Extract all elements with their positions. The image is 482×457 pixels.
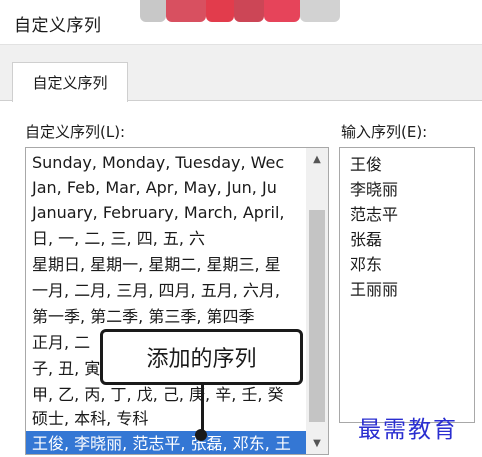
custom-lists-label: 自定义序列(L): (25, 123, 126, 141)
scroll-thumb[interactable] (309, 210, 325, 422)
annotation-leader-line (201, 384, 204, 432)
list-item[interactable]: 硕士, 本科, 专科 (32, 406, 148, 431)
input-entries-label: 输入序列(E): (341, 123, 428, 141)
list-item[interactable]: 正月, 二 (32, 330, 90, 355)
dialog-titlebar: 自定义序列 (0, 0, 482, 44)
list-item[interactable]: Jan, Feb, Mar, Apr, May, Jun, Ju (32, 175, 277, 200)
entry-line: 王丽丽 (350, 280, 399, 299)
entry-line: 邓东 (350, 255, 383, 274)
list-item[interactable]: 甲, 乙, 丙, 丁, 戊, 己, 庚, 辛, 壬, 癸 (32, 382, 284, 407)
entry-line: 王俊 (350, 155, 383, 174)
list-item[interactable]: 一月, 二月, 三月, 四月, 五月, 六月, (32, 278, 280, 303)
custom-lists-listbox[interactable]: Sunday, Monday, Tuesday, Wec Jan, Feb, M… (25, 147, 329, 455)
chevron-down-icon[interactable]: ▼ (306, 432, 328, 454)
entry-line: 范志平 (350, 205, 399, 224)
list-item[interactable]: 日, 一, 二, 三, 四, 五, 六 (32, 226, 205, 251)
list-item-selected[interactable]: 王俊, 李晓丽, 范志平, 张磊, 邓东, 王 (26, 431, 310, 454)
entry-line: 李晓丽 (350, 180, 399, 199)
list-item[interactable]: Sunday, Monday, Tuesday, Wec (32, 150, 284, 175)
list-item[interactable]: 子, 丑, 寅 (32, 356, 100, 381)
annotation-callout: 添加的序列 (100, 329, 303, 385)
list-scrollbar[interactable]: ▲ ▼ (306, 148, 328, 454)
dialog-title: 自定义序列 (14, 16, 102, 36)
redacted-title-area (140, 0, 340, 30)
input-entries-textbox[interactable]: 王俊 李晓丽 范志平 张磊 邓东 王丽丽 (339, 147, 475, 423)
tab-custom-lists[interactable]: 自定义序列 (12, 62, 128, 102)
list-item[interactable]: 星期日, 星期一, 星期二, 星期三, 星 (32, 252, 281, 277)
list-item[interactable]: 第一季, 第二季, 第三季, 第四季 (32, 304, 255, 329)
annotation-dot (195, 429, 207, 441)
entry-line: 张磊 (350, 230, 383, 249)
watermark-text: 最需教育 (358, 417, 458, 443)
list-item[interactable]: January, February, March, April, (32, 200, 285, 225)
chevron-up-icon[interactable]: ▲ (306, 148, 328, 170)
